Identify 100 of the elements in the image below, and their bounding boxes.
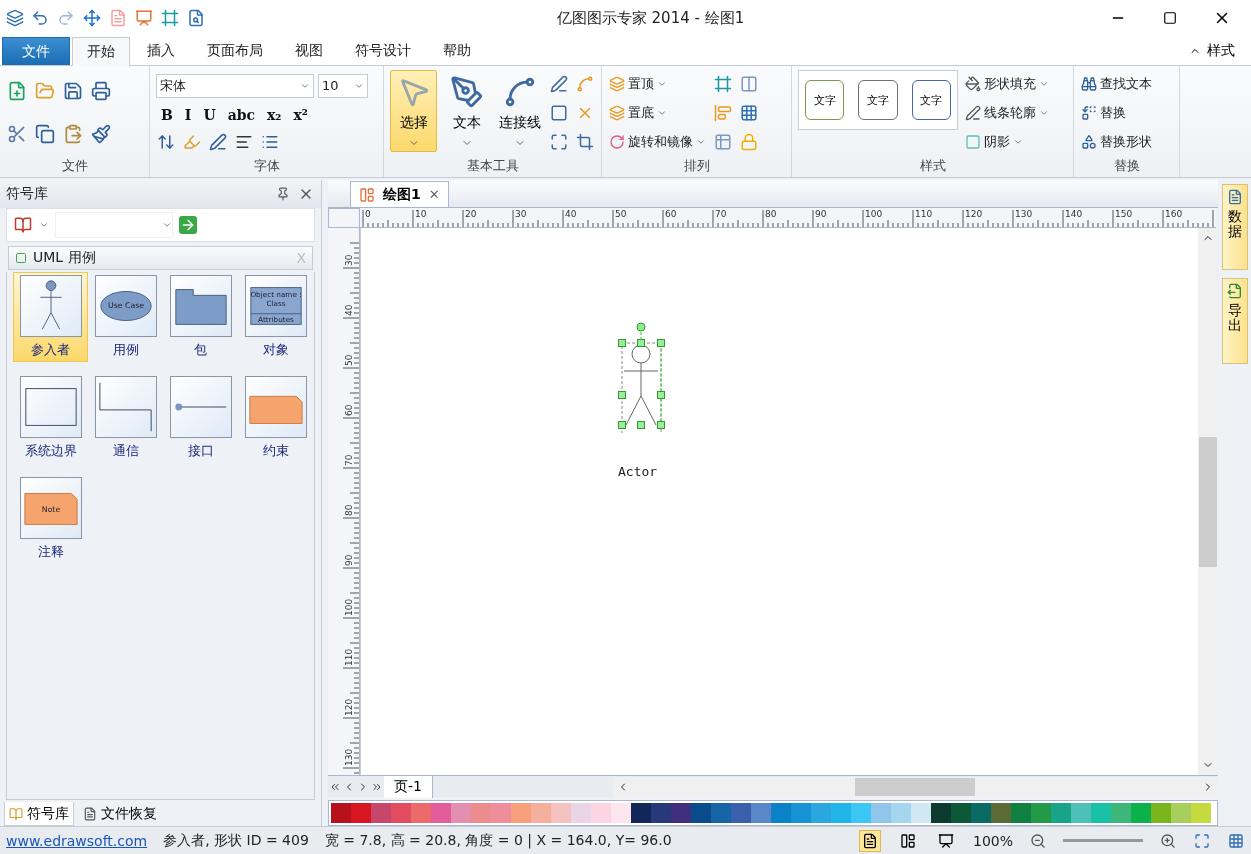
color-swatch[interactable] bbox=[831, 803, 851, 823]
format-button[interactable]: x₂ bbox=[262, 106, 287, 123]
undo-icon[interactable] bbox=[31, 9, 49, 27]
font-field[interactable]: 宋体 bbox=[156, 73, 314, 98]
horizontal-scrollbar[interactable] bbox=[612, 776, 1218, 797]
style-command[interactable]: 形状填充 bbox=[964, 73, 1050, 94]
side-tab[interactable]: 数据 bbox=[1222, 184, 1248, 270]
presentation-icon[interactable] bbox=[937, 832, 954, 849]
library-books-icon[interactable] bbox=[14, 216, 32, 234]
curve-tool-icon[interactable] bbox=[576, 74, 594, 93]
category-header[interactable]: UML 用例 X bbox=[8, 246, 313, 270]
color-swatch[interactable] bbox=[751, 803, 771, 823]
scrollbar-thumb[interactable] bbox=[1199, 436, 1217, 567]
go-button[interactable] bbox=[179, 216, 197, 234]
color-swatch[interactable] bbox=[651, 803, 671, 823]
replace-button[interactable]: 替换形状 bbox=[1080, 131, 1153, 152]
format-button[interactable]: I bbox=[179, 106, 197, 123]
print-preview-icon[interactable] bbox=[187, 9, 205, 27]
arrange-button[interactable]: 置底 bbox=[608, 102, 707, 123]
color-swatch[interactable] bbox=[1011, 803, 1031, 823]
font-size-field[interactable]: 10 bbox=[318, 73, 368, 98]
style-swatch[interactable]: 文字 bbox=[805, 80, 845, 120]
color-swatch[interactable] bbox=[1111, 803, 1131, 823]
color-swatch[interactable] bbox=[551, 803, 571, 823]
zoom-slider-track[interactable] bbox=[1063, 839, 1143, 842]
ribbon-tab[interactable]: 符号设计 bbox=[340, 36, 426, 65]
copy-icon[interactable] bbox=[35, 124, 55, 145]
document-tab[interactable]: 绘图1 ✕ bbox=[350, 181, 449, 207]
color-swatch[interactable] bbox=[951, 803, 971, 823]
pin-icon[interactable] bbox=[276, 187, 290, 201]
ribbon-tab[interactable]: 插入 bbox=[132, 36, 190, 65]
color-swatch[interactable] bbox=[351, 803, 371, 823]
cut-icon[interactable] bbox=[7, 124, 27, 145]
arrange-button[interactable]: 旋转和镜像 bbox=[608, 131, 707, 152]
format-button[interactable]: B bbox=[156, 106, 178, 123]
format-button[interactable]: U bbox=[198, 106, 221, 123]
save-icon[interactable] bbox=[63, 80, 83, 101]
color-swatch[interactable] bbox=[1051, 803, 1071, 823]
style-swatch[interactable]: 文字 bbox=[911, 80, 951, 120]
website-link[interactable]: www.edrawsoft.com bbox=[6, 832, 148, 849]
format-button[interactable]: x² bbox=[288, 106, 313, 123]
tool-button[interactable]: 文本 bbox=[443, 70, 490, 152]
rectangle-tool-icon[interactable] bbox=[550, 103, 568, 122]
replace-button[interactable]: 替换 bbox=[1080, 102, 1153, 123]
library-search-field[interactable] bbox=[55, 212, 173, 238]
new-file-icon[interactable] bbox=[7, 80, 27, 101]
zoom-out-icon[interactable] bbox=[1030, 832, 1046, 849]
side-tab[interactable]: 导出 bbox=[1222, 278, 1248, 364]
style-command[interactable]: 线条轮廓 bbox=[964, 102, 1050, 123]
style-menu[interactable]: 样式 bbox=[1183, 40, 1241, 61]
replace-button[interactable]: 查找文本 bbox=[1080, 73, 1153, 94]
color-swatch[interactable] bbox=[331, 803, 351, 823]
style-command[interactable]: 阴影 bbox=[964, 131, 1050, 152]
line-spacing-icon[interactable] bbox=[157, 132, 175, 151]
page-view-icon[interactable] bbox=[861, 832, 878, 849]
color-swatch[interactable] bbox=[931, 803, 951, 823]
color-swatch[interactable] bbox=[611, 803, 631, 823]
color-swatch[interactable] bbox=[531, 803, 551, 823]
slides-export-icon[interactable] bbox=[135, 9, 153, 27]
ribbon-tab[interactable]: 文件 bbox=[2, 37, 70, 65]
font-color-icon[interactable] bbox=[209, 132, 227, 151]
close-icon[interactable]: ✕ bbox=[428, 187, 440, 202]
vertical-scrollbar[interactable] bbox=[1198, 228, 1218, 775]
color-swatch[interactable] bbox=[371, 803, 391, 823]
color-swatch[interactable] bbox=[811, 803, 831, 823]
color-swatch[interactable] bbox=[631, 803, 651, 823]
color-swatch[interactable] bbox=[711, 803, 731, 823]
color-swatch[interactable] bbox=[1091, 803, 1111, 823]
format-button[interactable]: abc bbox=[222, 106, 260, 123]
color-swatch[interactable] bbox=[991, 803, 1011, 823]
color-swatch[interactable] bbox=[1131, 803, 1151, 823]
actor-shape[interactable] bbox=[616, 321, 666, 433]
color-swatch[interactable] bbox=[431, 803, 451, 823]
color-swatch[interactable] bbox=[511, 803, 531, 823]
move-icon[interactable] bbox=[83, 9, 101, 27]
arrange-button[interactable]: 置顶 bbox=[608, 73, 707, 94]
color-swatch[interactable] bbox=[691, 803, 711, 823]
color-swatch[interactable] bbox=[1071, 803, 1091, 823]
lock-icon[interactable] bbox=[740, 132, 758, 151]
color-swatch[interactable] bbox=[471, 803, 491, 823]
library-shape[interactable]: 参入者 bbox=[13, 272, 88, 362]
crop-icon[interactable] bbox=[576, 132, 594, 151]
grid-icon[interactable] bbox=[714, 132, 732, 151]
paste-icon[interactable] bbox=[63, 124, 83, 145]
color-swatch[interactable] bbox=[1171, 803, 1191, 823]
color-swatch[interactable] bbox=[391, 803, 411, 823]
print-icon[interactable] bbox=[91, 80, 111, 101]
tool-button[interactable]: 连接线 bbox=[496, 70, 543, 152]
panel-tab[interactable]: 文件恢复 bbox=[78, 802, 162, 826]
align-shapes-icon[interactable] bbox=[714, 103, 732, 122]
color-swatch[interactable] bbox=[491, 803, 511, 823]
color-swatch[interactable] bbox=[771, 803, 791, 823]
maximize-icon[interactable] bbox=[1163, 11, 1177, 25]
panel-tab[interactable]: 符号库 bbox=[4, 802, 74, 826]
color-swatch[interactable] bbox=[851, 803, 871, 823]
color-swatch[interactable] bbox=[791, 803, 811, 823]
color-swatch[interactable] bbox=[731, 803, 751, 823]
app-icon[interactable] bbox=[6, 9, 24, 27]
color-swatch[interactable] bbox=[971, 803, 991, 823]
page-tab[interactable]: 页-1 bbox=[384, 775, 433, 798]
